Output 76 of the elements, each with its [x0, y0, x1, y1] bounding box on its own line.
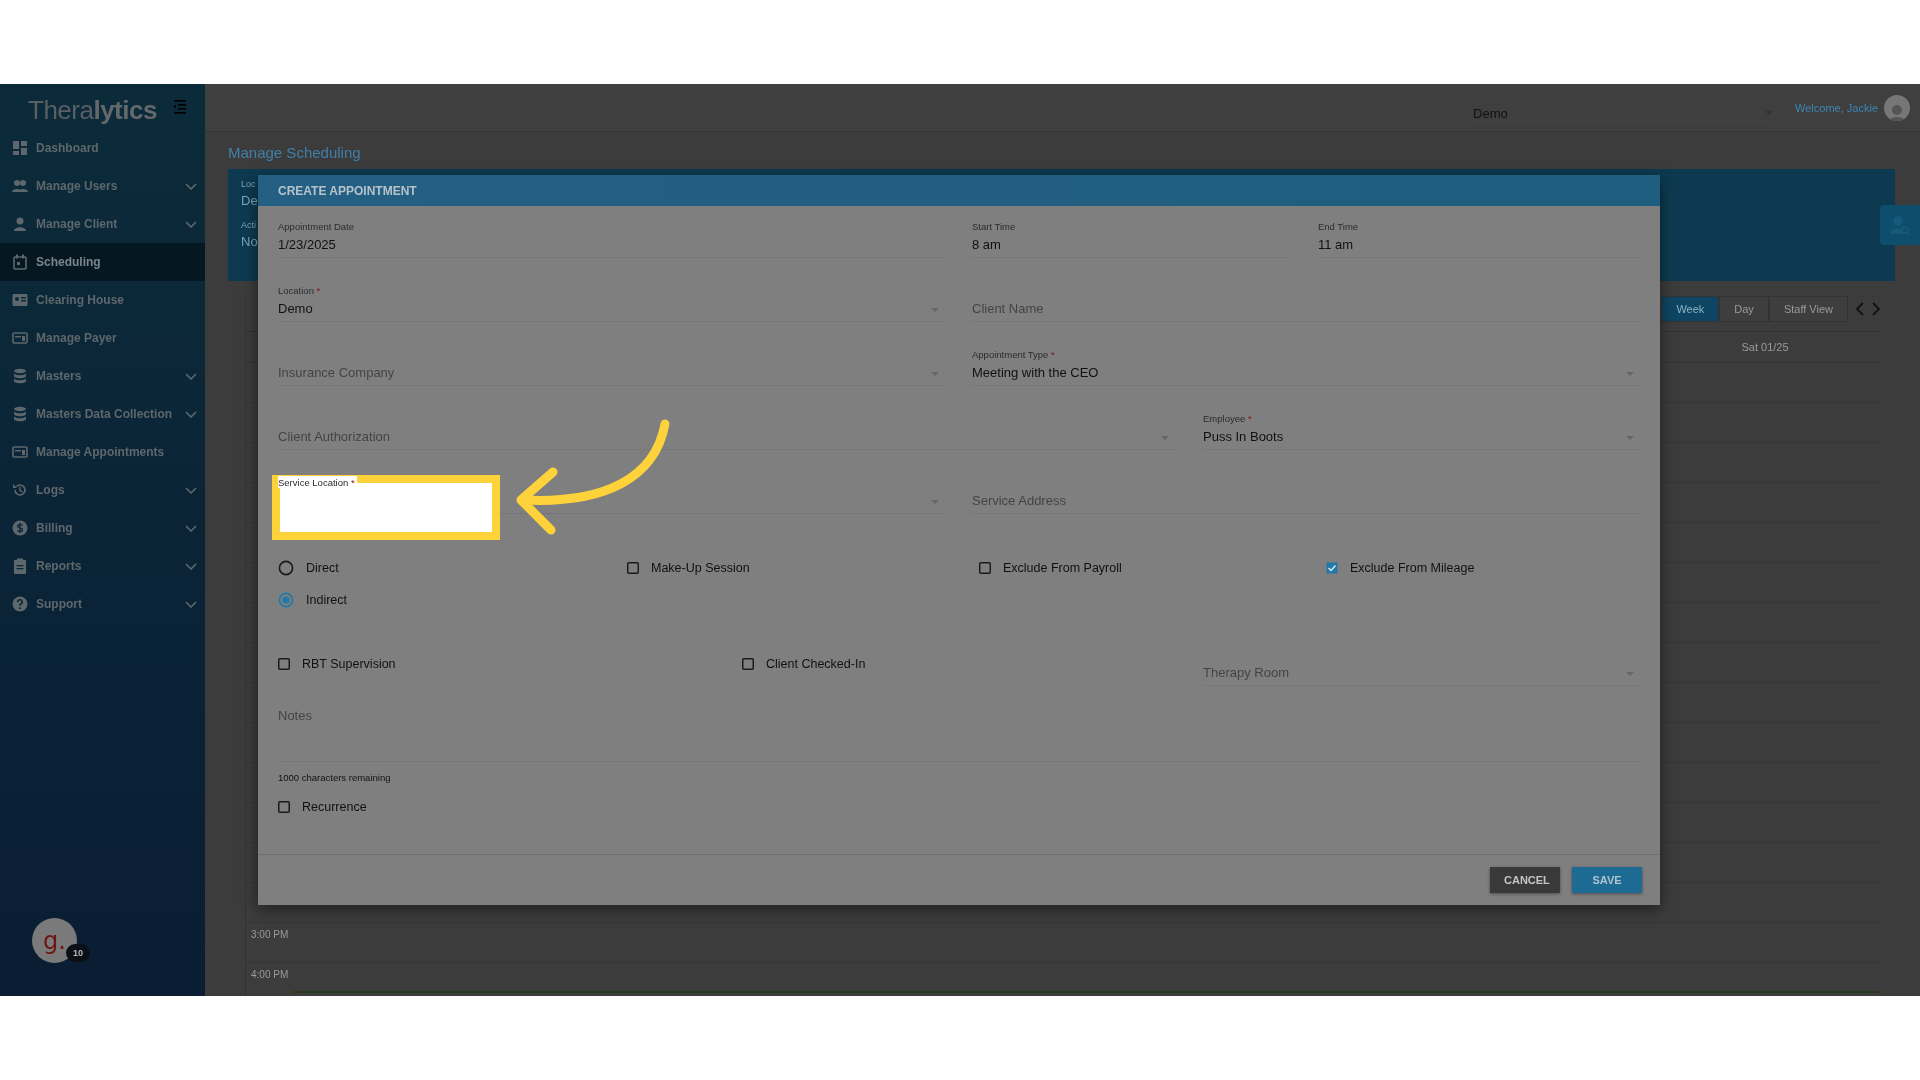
- save-button[interactable]: SAVE: [1572, 867, 1642, 893]
- select-field[interactable]: Meeting with the CEO: [972, 365, 1574, 380]
- input-field[interactable]: 1/23/2025: [278, 237, 879, 252]
- database-icon: [12, 406, 28, 422]
- input-field[interactable]: 11 am: [1318, 237, 1608, 252]
- sidebar-item[interactable]: Manage Client: [0, 205, 205, 243]
- radio-option[interactable]: Direct: [278, 556, 339, 580]
- input-field[interactable]: Client Name: [972, 301, 1574, 316]
- id-card-icon: [12, 292, 28, 308]
- input-field[interactable]: Service Address: [972, 493, 1574, 508]
- sidebar-item[interactable]: Clearing House: [0, 281, 205, 319]
- sidebar-item[interactable]: Manage Users: [0, 167, 205, 205]
- view-tab[interactable]: Day: [1719, 296, 1769, 322]
- checkbox-option[interactable]: Exclude From Payroll: [979, 556, 1122, 580]
- field-label: Appointment Date: [278, 220, 356, 232]
- time-label: 3:00 PM: [251, 929, 289, 940]
- checkbox-option[interactable]: Make-Up Session: [627, 556, 750, 580]
- filter-value: De: [241, 193, 258, 208]
- filter-label: Loc: [241, 179, 256, 189]
- clipboard-icon: [12, 558, 28, 574]
- person-icon: [1888, 102, 1906, 121]
- calendar-icon: [12, 254, 28, 270]
- card-icon: [12, 444, 28, 460]
- sidebar-item[interactable]: Logs: [0, 471, 205, 509]
- select-field[interactable]: Demo: [278, 301, 879, 316]
- field-label: Service Location *: [278, 476, 357, 488]
- sidebar-item[interactable]: Manage Payer: [0, 319, 205, 357]
- radio-option[interactable]: Indirect: [278, 588, 347, 612]
- page-title: Manage Scheduling: [228, 144, 361, 161]
- modal-title: CREATE APPOINTMENT: [258, 175, 1660, 206]
- history-icon: [12, 482, 28, 498]
- notes-field[interactable]: Notes: [278, 708, 1640, 748]
- sidebar-item[interactable]: Dashboard: [0, 129, 205, 167]
- field-label: Employee *: [1203, 412, 1253, 424]
- checkbox-option[interactable]: Exclude From Mileage: [1326, 556, 1475, 580]
- sidebar-item[interactable]: Masters: [0, 357, 205, 395]
- time-label: 4:00 PM: [251, 969, 289, 980]
- person-icon: [12, 216, 28, 232]
- people-icon: [12, 178, 28, 194]
- field-label: Start Time: [972, 220, 1017, 232]
- filter-label: Acti: [241, 220, 256, 230]
- count-badge: 10: [66, 944, 90, 962]
- field-label: End Time: [1318, 220, 1360, 232]
- select-field[interactable]: Client Authorization: [278, 429, 1086, 444]
- filter-value: No: [241, 234, 258, 249]
- field-label: Location *: [278, 284, 322, 296]
- checkbox-option[interactable]: RBT Supervision: [278, 652, 396, 676]
- sidebar-item[interactable]: Scheduling: [0, 243, 205, 281]
- field-label: Appointment Type *: [972, 348, 1056, 360]
- select-field[interactable]: Puss In Boots: [1203, 429, 1597, 444]
- sidebar-item[interactable]: Reports: [0, 547, 205, 585]
- sidebar-item[interactable]: Manage Appointments: [0, 433, 205, 471]
- view-tab[interactable]: Staff View: [1768, 296, 1848, 322]
- view-tab[interactable]: Week: [1661, 296, 1720, 322]
- app-logo: Theralytics: [28, 95, 157, 126]
- card-icon: [12, 330, 28, 346]
- welcome-link[interactable]: Welcome, Jackie: [1795, 101, 1878, 114]
- collapse-menu-icon: [171, 98, 187, 115]
- input-field[interactable]: 8 am: [972, 237, 1259, 252]
- checkbox-option[interactable]: Recurrence: [278, 795, 367, 819]
- sidebar-item[interactable]: Billing: [0, 509, 205, 547]
- select-field[interactable]: Therapy Room: [1203, 665, 1597, 680]
- chevron-right-icon: [1872, 302, 1880, 316]
- day-header: Sat 01/25: [1741, 341, 1789, 353]
- sidebar-item[interactable]: Masters Data Collection: [0, 395, 205, 433]
- sidebar-item[interactable]: Support: [0, 585, 205, 623]
- grid-icon: [12, 140, 28, 156]
- dollar-icon: [12, 520, 28, 536]
- database-icon: [12, 368, 28, 384]
- select-field[interactable]: Insurance Company: [278, 365, 879, 380]
- character-counter: 1000 characters remaining: [278, 772, 391, 783]
- chevron-left-icon: [1856, 302, 1864, 316]
- help-icon: [12, 596, 28, 612]
- cancel-button[interactable]: CANCEL: [1490, 867, 1560, 893]
- checkbox-option[interactable]: Client Checked-In: [742, 652, 866, 676]
- avatar[interactable]: [1884, 94, 1910, 121]
